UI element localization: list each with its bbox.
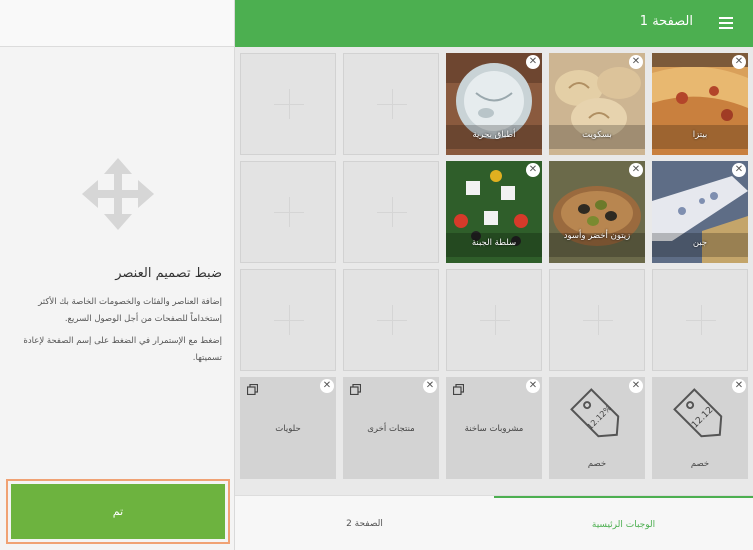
empty-slot[interactable]	[549, 269, 645, 371]
tile-other-products[interactable]: منتجات أخرى ✕	[343, 377, 439, 479]
tile-label: بسكويت	[582, 130, 612, 140]
left-topbar	[0, 0, 234, 47]
tile-label: سلطة الجبنة	[471, 238, 517, 248]
empty-slot[interactable]	[343, 53, 439, 155]
tile-label: جبن	[692, 238, 708, 248]
tile-label: زيتون أخضر وأسود	[563, 231, 631, 241]
tile-label: أطباق بحرية	[472, 130, 516, 140]
help-text-rename: إضغط مع الإستمرار في الضغط على إسم الصفح…	[23, 336, 222, 363]
close-icon[interactable]: ✕	[526, 55, 540, 69]
empty-slot[interactable]	[343, 269, 439, 371]
empty-slot[interactable]	[240, 53, 336, 155]
tile-seafood[interactable]: أطباق بحرية ✕	[446, 53, 542, 155]
discount-tag-icon: 12.12	[673, 388, 723, 438]
category-icon	[247, 384, 258, 395]
tile-pastry[interactable]: بسكويت ✕	[549, 53, 645, 155]
tab-main-meals[interactable]: الوجبات الرئيسية	[494, 496, 753, 550]
close-icon[interactable]: ✕	[423, 379, 437, 393]
close-icon[interactable]: ✕	[732, 163, 746, 177]
tile-label: مشروبات ساخنة	[464, 424, 524, 434]
tag-text: 12.12	[690, 405, 715, 430]
discount-tag-icon: 12.12%	[570, 388, 620, 438]
category-icon	[453, 384, 464, 395]
tile-sweets[interactable]: حلويات ✕	[240, 377, 336, 479]
done-button[interactable]: تم	[11, 484, 225, 539]
close-icon[interactable]: ✕	[629, 379, 643, 393]
close-icon[interactable]: ✕	[629, 55, 643, 69]
tile-discount-percent[interactable]: 12.12% خصم ✕	[549, 377, 645, 479]
tile-pizza[interactable]: بيتزا ✕	[652, 53, 748, 155]
page-tabs: الوجبات الرئيسية الصفحة 2	[235, 495, 753, 550]
tile-label: حلويات	[275, 424, 301, 434]
tile-salad[interactable]: سلطة الجبنة ✕	[446, 161, 542, 263]
empty-slot[interactable]	[240, 161, 336, 263]
close-icon[interactable]: ✕	[526, 163, 540, 177]
help-title: ضبط تصميم العنصر	[115, 266, 222, 281]
menu-icon[interactable]	[719, 17, 733, 29]
empty-slot[interactable]	[652, 269, 748, 371]
close-icon[interactable]: ✕	[526, 379, 540, 393]
item-grid: بيتزا ✕ بسكويت ✕ أطباق بحرية ✕ جبن ✕ زيت…	[235, 47, 753, 495]
tile-label: خصم	[690, 459, 710, 469]
tile-olives[interactable]: زيتون أخضر وأسود ✕	[549, 161, 645, 263]
close-icon[interactable]: ✕	[732, 55, 746, 69]
tile-hot-drinks[interactable]: مشروبات ساخنة ✕	[446, 377, 542, 479]
empty-slot[interactable]	[446, 269, 542, 371]
close-icon[interactable]: ✕	[732, 379, 746, 393]
close-icon[interactable]: ✕	[629, 163, 643, 177]
empty-slot[interactable]	[240, 269, 336, 371]
left-panel: ضبط تصميم العنصر إضافة العناصر والفئات و…	[0, 0, 235, 550]
done-button-frame: تم	[6, 479, 230, 544]
tile-cheese[interactable]: جبن ✕	[652, 161, 748, 263]
page-title[interactable]: الصفحة 1	[640, 14, 693, 29]
tab-page-2[interactable]: الصفحة 2	[235, 496, 494, 550]
tile-label: منتجات أخرى	[367, 424, 415, 434]
tile-discount[interactable]: 12.12 خصم ✕	[652, 377, 748, 479]
category-icon	[350, 384, 361, 395]
tile-label: بيتزا	[692, 130, 708, 140]
page-header: الصفحة 1	[235, 0, 753, 47]
empty-slot[interactable]	[343, 161, 439, 263]
tile-label: خصم	[587, 459, 607, 469]
move-arrows-icon	[82, 158, 154, 230]
help-text: إضافة العناصر والفئات والخصومات الخاصة ب…	[38, 297, 222, 324]
close-icon[interactable]: ✕	[320, 379, 334, 393]
